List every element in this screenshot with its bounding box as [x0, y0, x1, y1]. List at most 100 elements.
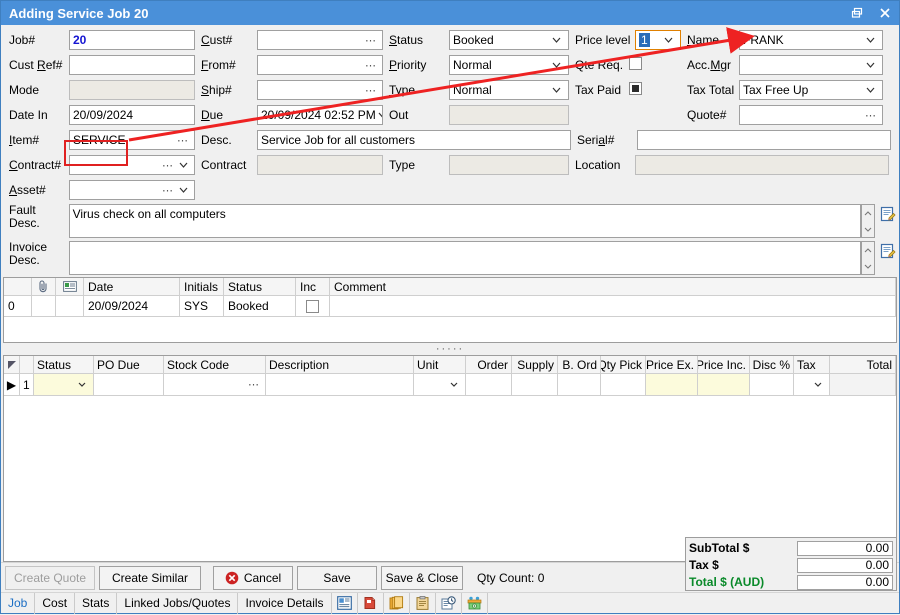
- red-folder-icon[interactable]: [358, 593, 384, 614]
- cancel-button[interactable]: Cancel: [213, 566, 293, 590]
- col-tax[interactable]: Tax: [794, 356, 830, 373]
- mode-field[interactable]: [69, 80, 195, 100]
- cell-price-inc[interactable]: [698, 374, 750, 395]
- qte-req-checkbox[interactable]: [629, 57, 642, 70]
- col-inc[interactable]: Inc: [296, 278, 330, 295]
- col-initials[interactable]: Initials: [180, 278, 224, 295]
- fault-desc-spinner[interactable]: [861, 204, 875, 238]
- chevron-down-icon[interactable]: [75, 376, 90, 394]
- cell-price-ex[interactable]: [646, 374, 698, 395]
- tab-stats[interactable]: Stats: [75, 593, 117, 614]
- col-disc-pct[interactable]: Disc %: [750, 356, 794, 373]
- ellipsis-icon[interactable]: ⋯: [162, 184, 176, 197]
- col-order[interactable]: Order: [466, 356, 512, 373]
- table-row[interactable]: 0 20/09/2024 SYS Booked: [4, 296, 896, 317]
- col-b-ord[interactable]: B. Ord: [558, 356, 601, 373]
- ellipsis-icon[interactable]: ⋯: [865, 109, 879, 122]
- cell-qty-pick[interactable]: [601, 374, 646, 395]
- cell-stock-code[interactable]: ⋯: [164, 374, 266, 395]
- chevron-down-icon[interactable]: [550, 31, 565, 49]
- chevron-down-icon[interactable]: [176, 181, 191, 199]
- due-field[interactable]: 20/09/2024 02:52 PM: [257, 105, 383, 125]
- cell-description[interactable]: [266, 374, 414, 395]
- col-qty-pick[interactable]: Qty Pick: [601, 356, 646, 373]
- ellipsis-icon[interactable]: ⋯: [177, 134, 191, 147]
- close-icon[interactable]: [871, 1, 899, 25]
- cell-tax[interactable]: [794, 374, 830, 395]
- note-icon[interactable]: [56, 278, 84, 295]
- col-comment[interactable]: Comment: [330, 278, 896, 295]
- spinner-down-icon[interactable]: [862, 258, 874, 274]
- from-no-field[interactable]: ⋯: [257, 55, 383, 75]
- col-status[interactable]: Status: [224, 278, 296, 295]
- chevron-down-icon[interactable]: [447, 376, 462, 394]
- tab-job[interactable]: Job: [1, 593, 35, 614]
- edit-document-icon[interactable]: [879, 205, 897, 223]
- cell-inc[interactable]: [296, 296, 330, 316]
- restore-window-icon[interactable]: [843, 1, 871, 25]
- col-unit[interactable]: Unit: [414, 356, 466, 373]
- invoice-desc-spinner[interactable]: [861, 241, 875, 275]
- cell-unit[interactable]: [414, 374, 466, 395]
- priority-field[interactable]: Normal: [449, 55, 569, 75]
- create-quote-button[interactable]: Create Quote: [5, 566, 95, 590]
- contract-field[interactable]: [257, 155, 383, 175]
- cell-comment[interactable]: [330, 296, 896, 316]
- desc-field[interactable]: Service Job for all customers: [257, 130, 571, 150]
- ellipsis-icon[interactable]: ⋯: [248, 378, 262, 391]
- cell-note[interactable]: [56, 296, 84, 316]
- cell-order[interactable]: [466, 374, 512, 395]
- ellipsis-icon[interactable]: ⋯: [365, 34, 379, 47]
- job-no-field[interactable]: 20: [69, 30, 195, 50]
- create-similar-button[interactable]: Create Similar: [99, 566, 201, 590]
- chevron-down-icon[interactable]: [662, 31, 677, 49]
- out-field[interactable]: [449, 105, 569, 125]
- col-description[interactable]: Description: [266, 356, 414, 373]
- spinner-up-icon[interactable]: [862, 242, 874, 258]
- table-row[interactable]: ▶ 1 ⋯: [4, 374, 896, 396]
- item-no-field[interactable]: SERVICE⋯: [69, 130, 195, 150]
- cell-status[interactable]: Booked: [224, 296, 296, 316]
- tax-paid-checkbox[interactable]: [629, 82, 642, 95]
- ellipsis-icon[interactable]: ⋯: [365, 59, 379, 72]
- col-price-inc[interactable]: Price Inc.: [698, 356, 750, 373]
- col-total[interactable]: Total: [830, 356, 896, 373]
- copy-pages-icon[interactable]: [384, 593, 410, 614]
- attachment-icon[interactable]: [32, 278, 56, 295]
- contract-no-field[interactable]: ⋯: [69, 155, 195, 175]
- cell-disc-pct[interactable]: [750, 374, 794, 395]
- price-level-field[interactable]: 1: [635, 30, 681, 50]
- type-2-field[interactable]: [449, 155, 569, 175]
- type-field[interactable]: Normal: [449, 80, 569, 100]
- cust-ref-field[interactable]: [69, 55, 195, 75]
- history-clock-icon[interactable]: [436, 593, 462, 614]
- tab-cost[interactable]: Cost: [35, 593, 75, 614]
- chevron-down-icon[interactable]: [550, 81, 565, 99]
- col-status[interactable]: Status: [34, 356, 94, 373]
- col-price-ex[interactable]: Price Ex.: [646, 356, 698, 373]
- spinner-up-icon[interactable]: [862, 205, 874, 221]
- chevron-down-icon[interactable]: [376, 106, 383, 124]
- date-in-field[interactable]: 20/09/2024: [69, 105, 195, 125]
- cell-initials[interactable]: SYS: [180, 296, 224, 316]
- cell-b-ord[interactable]: [558, 374, 601, 395]
- cell-supply[interactable]: [512, 374, 558, 395]
- cell-total[interactable]: [830, 374, 896, 395]
- tab-linked-jobs-quotes[interactable]: Linked Jobs/Quotes: [117, 593, 238, 614]
- col-po-due[interactable]: PO Due: [94, 356, 164, 373]
- quote-no-field[interactable]: ⋯: [739, 105, 883, 125]
- form-view-icon[interactable]: [332, 593, 358, 614]
- chevron-down-icon[interactable]: [550, 56, 565, 74]
- inc-checkbox[interactable]: [306, 300, 319, 313]
- location-field[interactable]: [635, 155, 889, 175]
- cust-no-field[interactable]: ⋯: [257, 30, 383, 50]
- acc-mgr-field[interactable]: [739, 55, 883, 75]
- tax-total-field[interactable]: Tax Free Up: [739, 80, 883, 100]
- invoice-desc-field[interactable]: [69, 241, 862, 275]
- edit-document-icon[interactable]: [879, 242, 897, 260]
- spinner-down-icon[interactable]: [862, 221, 874, 237]
- cell-attachment[interactable]: [32, 296, 56, 316]
- col-stock-code[interactable]: Stock Code: [164, 356, 266, 373]
- cell-po-due[interactable]: [94, 374, 164, 395]
- name-field[interactable]: FRANK: [739, 30, 883, 50]
